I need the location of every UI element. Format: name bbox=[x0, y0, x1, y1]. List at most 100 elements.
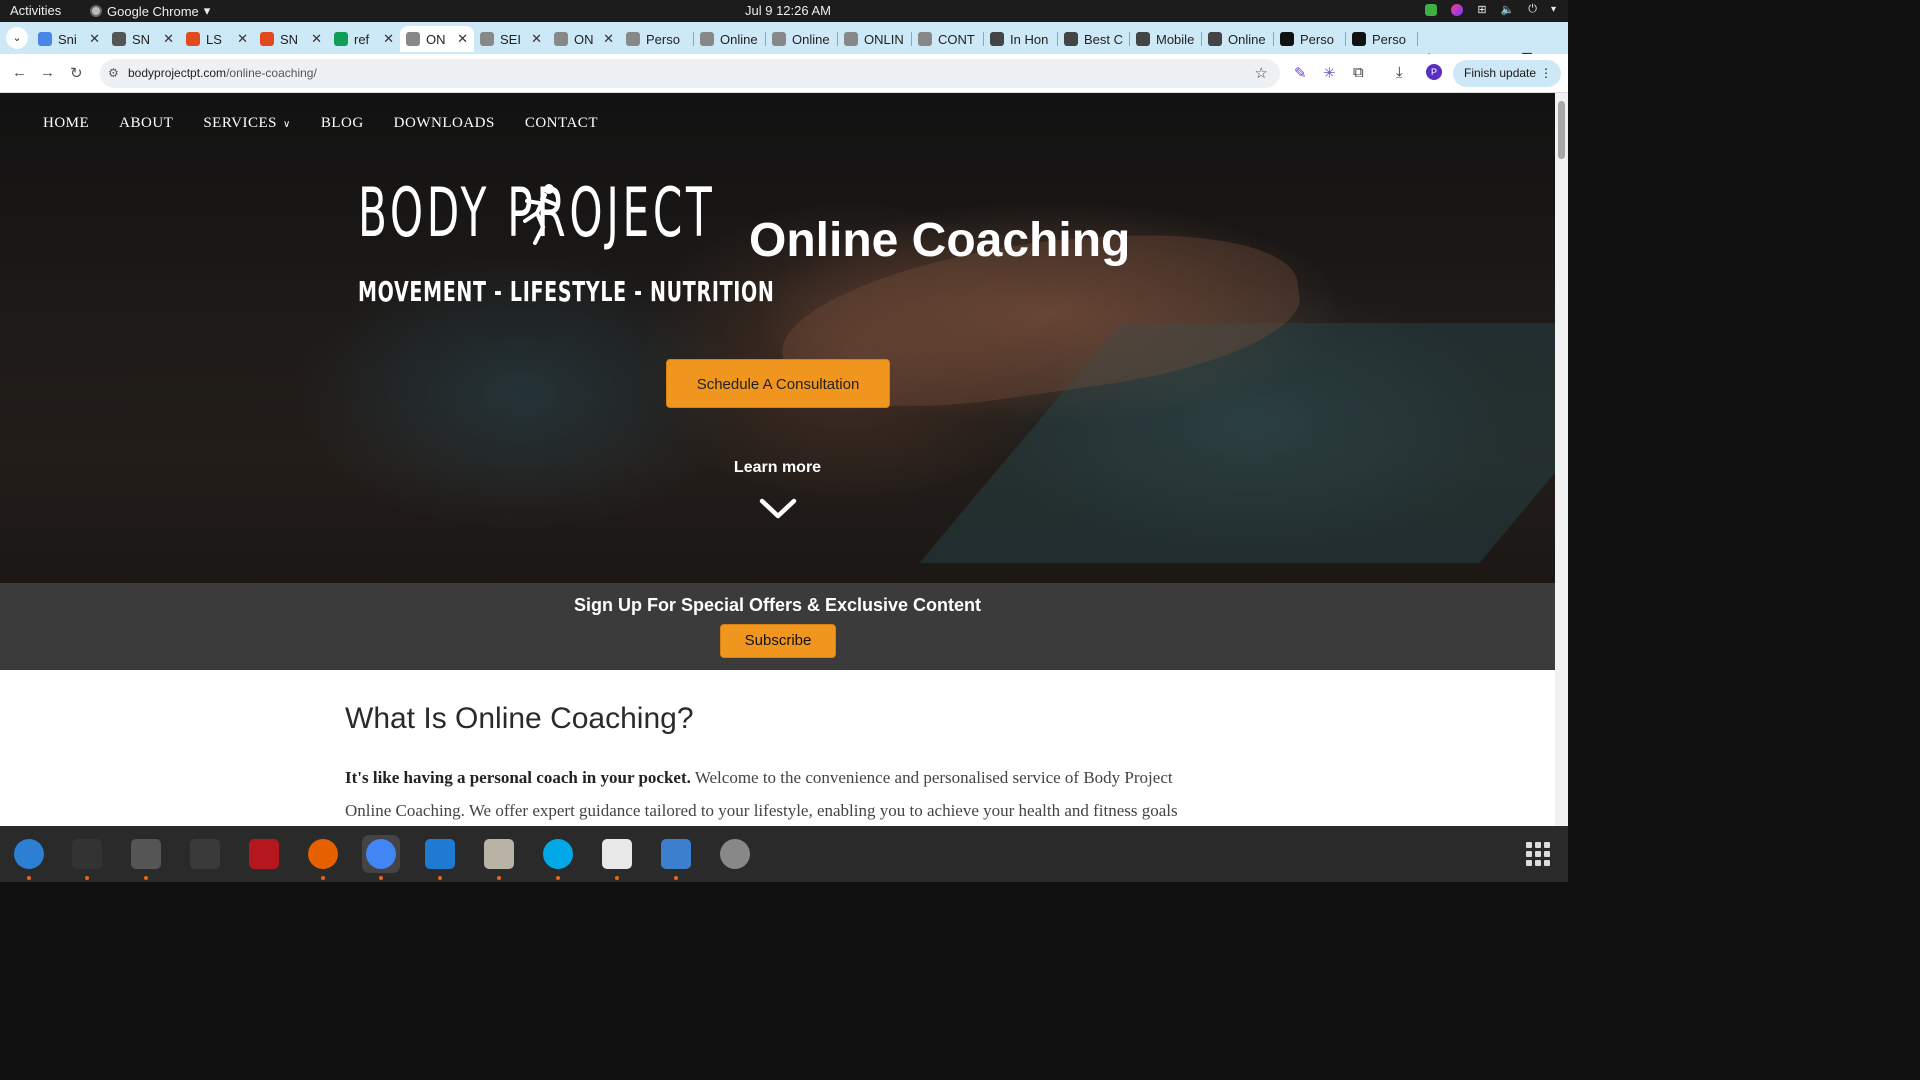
nav-home[interactable]: HOME bbox=[43, 115, 89, 132]
tab-6[interactable]: SEI ✕ bbox=[474, 26, 548, 52]
disks-icon bbox=[720, 839, 750, 869]
tab-search-button[interactable]: ⌄ bbox=[6, 27, 28, 49]
activities-button[interactable]: Activities bbox=[10, 3, 61, 18]
extensions-puzzle-icon[interactable]: ⧉ bbox=[1353, 64, 1364, 81]
pen-extension-icon[interactable]: ✎ bbox=[1294, 64, 1307, 82]
tab-label: ONLIN bbox=[864, 31, 904, 47]
running-indicator bbox=[556, 876, 560, 880]
nav-contact[interactable]: CONTACT bbox=[525, 115, 598, 132]
site-info-icon[interactable]: ⚙ bbox=[108, 66, 119, 80]
dock-files[interactable] bbox=[480, 835, 518, 880]
update-indicator-icon[interactable] bbox=[1425, 3, 1438, 16]
dock-skype[interactable] bbox=[539, 835, 577, 880]
schedule-consultation-button[interactable]: Schedule A Consultation bbox=[666, 359, 890, 408]
running-indicator bbox=[497, 876, 501, 880]
dock-vscode[interactable] bbox=[421, 835, 459, 880]
tab-9[interactable]: Online bbox=[694, 26, 766, 52]
chevron-down-icon[interactable] bbox=[759, 497, 797, 521]
tab-close-icon[interactable]: ✕ bbox=[603, 31, 614, 47]
reload-button[interactable]: ↻ bbox=[70, 64, 83, 82]
app-indicator-icon[interactable] bbox=[1451, 3, 1464, 16]
url-path: /online-coaching/ bbox=[226, 66, 317, 80]
tab-4[interactable]: ref ✕ bbox=[328, 26, 400, 52]
dock-disks[interactable] bbox=[716, 835, 754, 873]
tab-close-icon[interactable]: ✕ bbox=[163, 31, 174, 47]
tab-label: ON bbox=[574, 31, 594, 47]
tab-17[interactable]: Perso bbox=[1274, 26, 1346, 52]
subscribe-button[interactable]: Subscribe bbox=[720, 624, 836, 658]
url-text[interactable]: bodyprojectpt.com/online-coaching/ bbox=[128, 66, 317, 80]
page-viewport[interactable]: HOME ABOUT SERVICES ∨ BLOG DOWNLOADS CONT… bbox=[0, 93, 1555, 826]
page-title: Online Coaching bbox=[749, 214, 1131, 267]
signup-banner: Sign Up For Special Offers & Exclusive C… bbox=[0, 583, 1555, 670]
clock[interactable]: Jul 9 12:26 AM bbox=[745, 3, 831, 18]
volume-icon[interactable]: 🔈 bbox=[1501, 3, 1515, 16]
runner-logo-icon bbox=[523, 184, 559, 245]
main-content: What Is Online Coaching? It's like havin… bbox=[345, 670, 1205, 826]
nav-downloads[interactable]: DOWNLOADS bbox=[394, 115, 495, 132]
dock-filezilla[interactable] bbox=[245, 835, 283, 873]
network-icon[interactable]: ⊞ bbox=[1477, 3, 1486, 16]
tab-11[interactable]: ONLIN bbox=[838, 26, 912, 52]
chrome-icon bbox=[90, 5, 102, 17]
tab-12[interactable]: CONT bbox=[912, 26, 984, 52]
tab-18[interactable]: Perso bbox=[1346, 26, 1418, 52]
system-tray[interactable]: ⊞ 🔈 ⏻ ▾ bbox=[1425, 3, 1556, 16]
tab-10[interactable]: Online bbox=[766, 26, 838, 52]
dock-calculator[interactable] bbox=[127, 835, 165, 880]
tab-13[interactable]: In Hon bbox=[984, 26, 1058, 52]
dock-text-editor[interactable] bbox=[598, 835, 636, 880]
tab-0[interactable]: Sni ✕ bbox=[32, 26, 106, 52]
nav-blog[interactable]: BLOG bbox=[321, 115, 364, 132]
dock-firefox[interactable] bbox=[304, 835, 342, 880]
tray-menu-icon[interactable]: ▾ bbox=[1551, 4, 1556, 15]
tab-3[interactable]: SN ✕ bbox=[254, 26, 328, 52]
filezilla-icon bbox=[249, 839, 279, 869]
document-viewer-icon bbox=[661, 839, 691, 869]
dock-thunderbird[interactable] bbox=[10, 835, 48, 880]
app-menu-label: Google Chrome bbox=[107, 3, 199, 19]
tab-5[interactable]: ON ✕ bbox=[400, 26, 474, 52]
tab-close-icon[interactable]: ✕ bbox=[237, 31, 248, 47]
tab-favicon-icon bbox=[700, 32, 714, 46]
nav-services[interactable]: SERVICES ∨ bbox=[203, 115, 290, 132]
sparkle-extension-icon[interactable]: ✳ bbox=[1323, 64, 1336, 82]
tab-close-icon[interactable]: ✕ bbox=[531, 31, 542, 47]
dock-terminal[interactable] bbox=[68, 835, 106, 880]
back-button[interactable]: ← bbox=[12, 64, 27, 81]
finish-update-button[interactable]: Finish update ⋮ bbox=[1453, 60, 1561, 87]
tab-15[interactable]: Mobile bbox=[1130, 26, 1202, 52]
running-indicator bbox=[321, 876, 325, 880]
browser-toolbar: ← → ↻ ⚙ bodyprojectpt.com/online-coachin… bbox=[0, 54, 1568, 93]
tab-favicon-icon bbox=[1064, 32, 1078, 46]
nav-about[interactable]: ABOUT bbox=[119, 115, 173, 132]
tab-2[interactable]: LS ✕ bbox=[180, 26, 254, 52]
address-bar[interactable]: ⚙ bodyprojectpt.com/online-coaching/ ☆ bbox=[100, 59, 1280, 88]
tab-label: Online bbox=[720, 31, 758, 47]
firefox-icon bbox=[308, 839, 338, 869]
app-menu[interactable]: Google Chrome ▾ bbox=[90, 3, 210, 19]
show-apps-grid-icon[interactable] bbox=[1526, 842, 1550, 866]
power-icon[interactable]: ⏻ bbox=[1528, 3, 1537, 16]
tab-close-icon[interactable]: ✕ bbox=[311, 31, 322, 47]
tab-close-icon[interactable]: ✕ bbox=[383, 31, 394, 47]
dock-chrome[interactable] bbox=[362, 835, 400, 880]
learn-more-link[interactable]: Learn more bbox=[0, 459, 1555, 477]
tab-close-icon[interactable]: ✕ bbox=[457, 31, 468, 47]
tab-1[interactable]: SN ✕ bbox=[106, 26, 180, 52]
url-domain: bodyprojectpt.com bbox=[128, 66, 227, 80]
tab-16[interactable]: Online bbox=[1202, 26, 1274, 52]
page-scrollbar[interactable] bbox=[1555, 93, 1568, 826]
tab-14[interactable]: Best C bbox=[1058, 26, 1130, 52]
tab-close-icon[interactable]: ✕ bbox=[89, 31, 100, 47]
downloads-icon[interactable]: ⤓ bbox=[1396, 64, 1403, 81]
bookmark-star-icon[interactable]: ☆ bbox=[1255, 64, 1268, 82]
calculator-icon bbox=[131, 839, 161, 869]
tab-7[interactable]: ON ✕ bbox=[548, 26, 620, 52]
dock-document-viewer[interactable] bbox=[657, 835, 695, 880]
tab-8[interactable]: Perso bbox=[620, 26, 694, 52]
profile-avatar[interactable]: P bbox=[1426, 64, 1442, 80]
forward-button[interactable]: → bbox=[40, 64, 55, 81]
scrollbar-thumb[interactable] bbox=[1558, 101, 1565, 159]
dock-system-monitor[interactable] bbox=[186, 835, 224, 873]
